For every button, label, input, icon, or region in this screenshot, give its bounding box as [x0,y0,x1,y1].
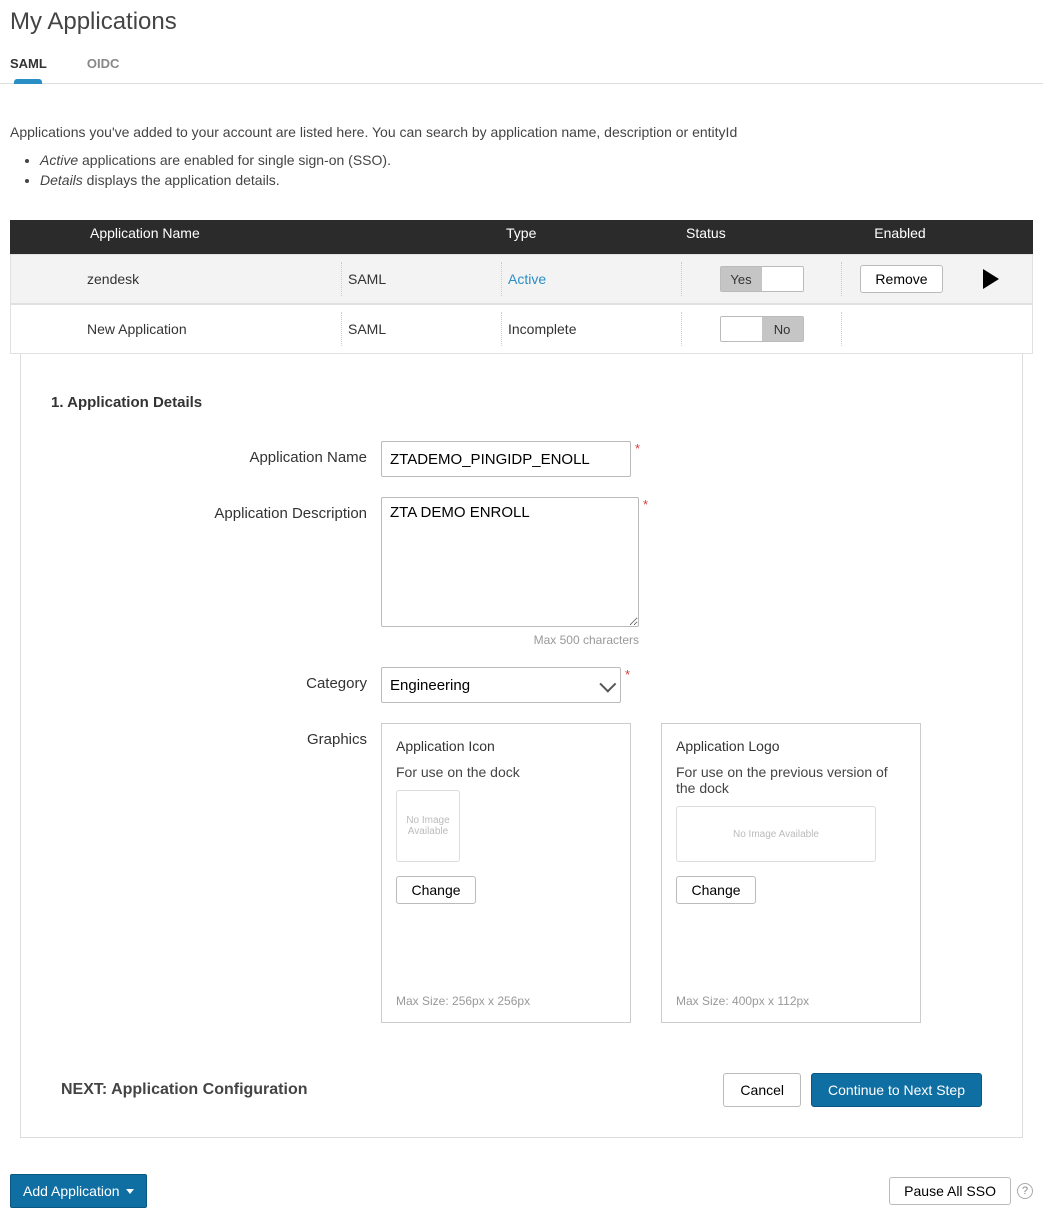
table-header: Application Name Type Status Enabled [10,220,1033,254]
app-status: Incomplete [501,312,681,346]
continue-button[interactable]: Continue to Next Step [811,1073,982,1107]
col-name: Application Name [10,225,340,241]
required-marker: * [639,497,648,627]
app-name-input[interactable] [381,441,631,477]
cancel-button[interactable]: Cancel [723,1073,801,1107]
app-name: zendesk [81,271,341,287]
pause-sso-button[interactable]: Pause All SSO [889,1177,1011,1205]
app-type: SAML [341,312,501,346]
caret-down-icon [126,1189,134,1194]
page-title: My Applications [0,0,1043,36]
enabled-toggle[interactable]: No [681,312,841,346]
graphics-label: Graphics [51,723,381,1023]
protocol-tabs: SAML OIDC [0,36,1043,84]
bottom-bar: Add Application Pause All SSO ? [0,1168,1043,1214]
col-type: Type [500,225,680,241]
add-application-button[interactable]: Add Application [10,1174,147,1208]
icon-hint: Max Size: 256px x 256px [396,964,616,1008]
logo-sub: For use on the previous version of the d… [676,764,906,796]
intro-description: Applications you've added to your accoun… [10,124,1033,140]
required-marker: * [621,667,630,682]
application-details: 1. Application Details Application Name … [20,354,1023,1138]
icon-title: Application Icon [396,738,616,754]
logo-title: Application Logo [676,738,906,754]
app-type: SAML [341,262,501,296]
intro-bullet: Active applications are enabled for sing… [40,150,1033,170]
remove-button[interactable]: Remove [860,265,942,293]
app-name: New Application [81,321,341,337]
category-label: Category [51,667,381,703]
help-icon[interactable]: ? [1017,1183,1033,1199]
change-logo-button[interactable]: Change [676,876,756,904]
app-desc-label: Application Description [51,497,381,647]
table-row[interactable]: zendesk SAML Active Yes Remove [10,254,1033,304]
no-image-icon: No Image Available [396,790,460,862]
category-select[interactable]: Engineering [381,667,621,703]
app-desc-input[interactable]: ZTA DEMO ENROLL [381,497,639,627]
intro-bullet: Details displays the application details… [40,170,1033,190]
desc-hint: Max 500 characters [381,633,639,647]
tab-saml[interactable]: SAML [10,56,47,83]
next-step-label: NEXT: Application Configuration [61,1081,308,1099]
col-status: Status [680,225,840,241]
app-status: Active [501,262,681,296]
change-icon-button[interactable]: Change [396,876,476,904]
enabled-toggle[interactable]: Yes [681,262,841,296]
expand-icon[interactable] [983,269,999,289]
app-logo-box: Application Logo For use on the previous… [661,723,921,1023]
tab-oidc[interactable]: OIDC [87,56,120,83]
icon-sub: For use on the dock [396,764,616,780]
required-marker: * [631,441,640,456]
app-name-label: Application Name [51,441,381,477]
no-image-icon: No Image Available [676,806,876,862]
col-enabled: Enabled [840,225,960,241]
applications-table: Application Name Type Status Enabled zen… [10,220,1033,1138]
app-icon-box: Application Icon For use on the dock No … [381,723,631,1023]
table-row[interactable]: New Application SAML Incomplete No [10,304,1033,354]
intro-text: Applications you've added to your accoun… [0,84,1043,210]
logo-hint: Max Size: 400px x 112px [676,964,906,1008]
section-title: 1. Application Details [51,394,992,411]
